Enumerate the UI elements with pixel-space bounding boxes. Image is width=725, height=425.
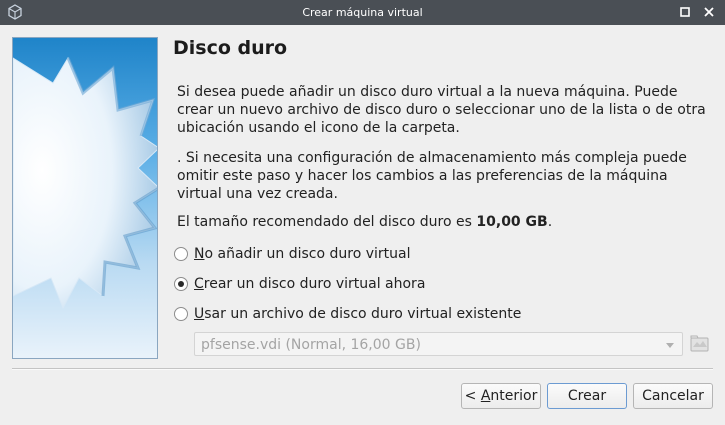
cancel-button[interactable]: Cancelar <box>633 383 713 409</box>
back-button-label: nterior <box>490 388 538 404</box>
option-label: Crear un disco duro virtual ahora <box>194 276 425 292</box>
maximize-icon[interactable] <box>678 5 692 19</box>
radio-button[interactable] <box>174 247 188 261</box>
recommended-size-prefix: El tamaño recomendado del disco duro es <box>177 214 477 230</box>
title-bar: Crear máquina virtual <box>0 0 725 25</box>
recommended-size-value: 10,00 GB <box>476 214 548 230</box>
intro-paragraph: Si desea puede añadir un disco duro virt… <box>177 84 706 136</box>
option-label-rest: rear un disco duro virtual ahora <box>203 276 426 292</box>
back-button[interactable]: < Anterior <box>461 383 541 409</box>
existing-disk-select-value: pfsense.vdi (Normal, 16,00 GB) <box>201 337 421 353</box>
radio-button[interactable] <box>174 307 188 321</box>
recommended-size-suffix: . <box>547 214 553 230</box>
option-create-disk[interactable]: Crear un disco duro virtual ahora <box>174 274 425 294</box>
option-no-disk[interactable]: No añadir un disco duro virtual <box>174 244 410 264</box>
option-label: No añadir un disco duro virtual <box>194 246 410 262</box>
create-button[interactable]: Crear <box>547 383 627 409</box>
option-mnemonic: N <box>194 246 205 262</box>
recommended-size-text: El tamaño recomendado del disco duro es … <box>177 213 707 231</box>
back-button-prefix: < <box>464 388 481 404</box>
close-icon[interactable] <box>702 5 716 19</box>
wizard-banner-image <box>12 37 158 359</box>
option-label: Usar un archivo de disco duro virtual ex… <box>194 306 521 322</box>
option-label-rest: o añadir un disco duro virtual <box>204 246 411 262</box>
window-title: Crear máquina virtual <box>302 6 423 19</box>
radio-button-selected[interactable] <box>174 277 188 291</box>
folder-open-icon[interactable] <box>689 333 711 355</box>
option-mnemonic: U <box>194 306 205 322</box>
option-use-existing-disk[interactable]: Usar un archivo de disco duro virtual ex… <box>174 304 521 324</box>
option-mnemonic: C <box>194 276 204 292</box>
chevron-down-icon <box>666 343 674 348</box>
divider <box>12 368 713 370</box>
option-label-rest: sar un archivo de disco duro virtual exi… <box>204 306 522 322</box>
page-title: Disco duro <box>173 37 288 59</box>
existing-disk-select[interactable]: pfsense.vdi (Normal, 16,00 GB) <box>194 332 683 356</box>
back-button-mnemonic: A <box>480 388 491 404</box>
advanced-note-paragraph: . Si necesita una configuración de almac… <box>177 150 687 202</box>
